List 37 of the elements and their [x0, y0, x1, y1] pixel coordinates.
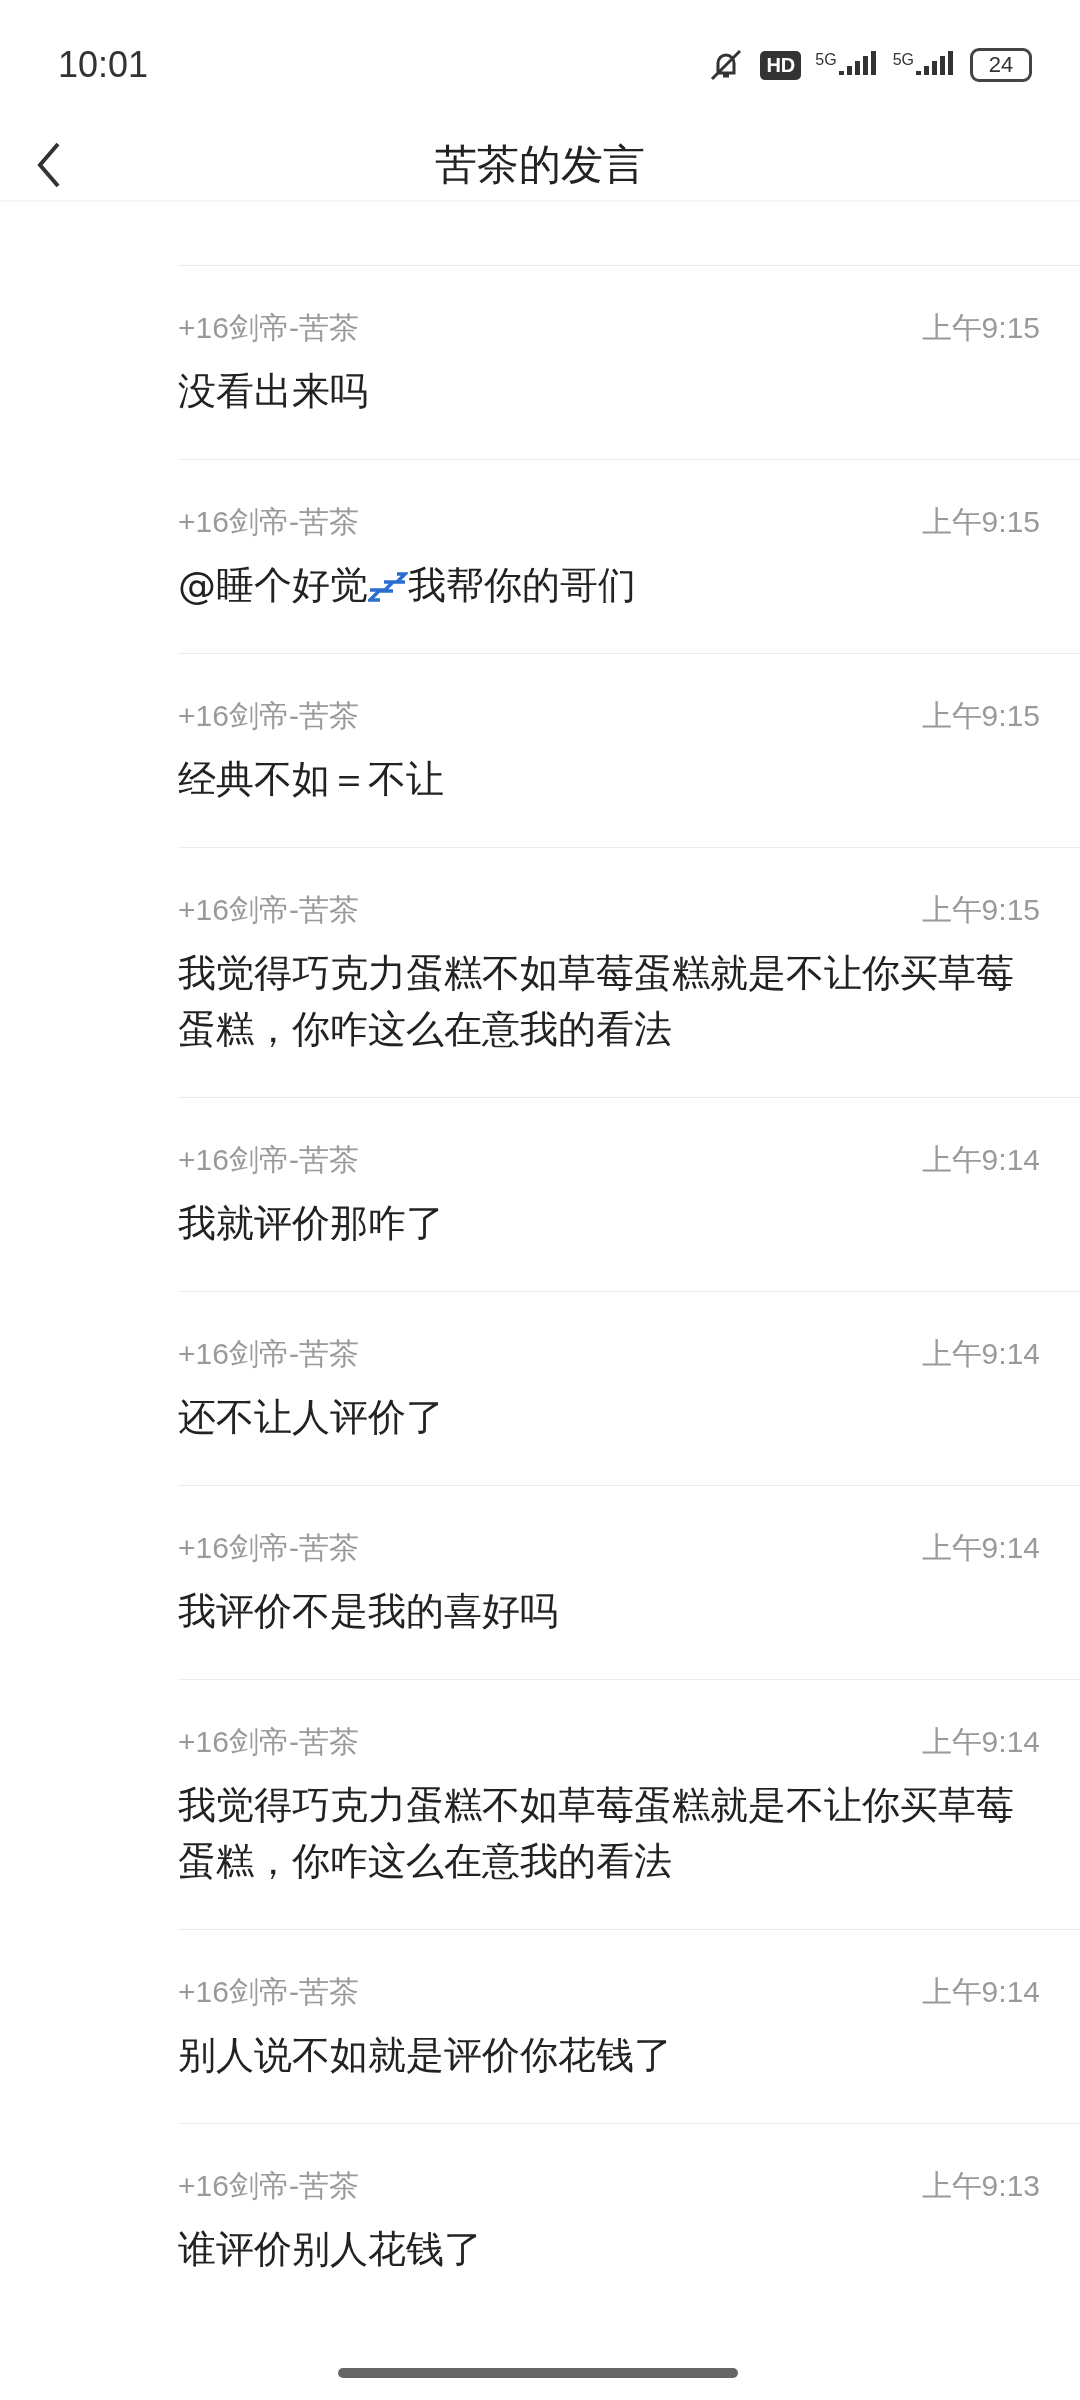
- message-text: 别人说不如就是评价你花钱了: [178, 2032, 672, 2079]
- sender-name: +16剑帝-苦茶: [178, 310, 359, 346]
- sender-name: +16剑帝-苦茶: [178, 1724, 359, 1760]
- sender-name: +16剑帝-苦茶: [178, 1530, 359, 1566]
- status-time: 10:01: [58, 44, 149, 86]
- sender-name: +16剑帝-苦茶: [178, 1336, 359, 1372]
- message-time: 上午9:15: [921, 698, 1040, 734]
- message-time: 上午9:13: [921, 2168, 1040, 2204]
- message-time: 上午9:14: [921, 1530, 1040, 1566]
- message-text: 我觉得巧克力蛋糕不如草莓蛋糕就是不让你买草莓蛋糕，你咋这么在意我的看法: [178, 1782, 1015, 1885]
- network-label: 5G: [892, 51, 914, 69]
- message-time: 上午9:15: [921, 892, 1040, 928]
- sender-name: +16剑帝-苦茶: [178, 1142, 359, 1178]
- message-text: 经典不如＝不让: [178, 756, 444, 803]
- sender-name: +16剑帝-苦茶: [178, 2168, 359, 2204]
- message-time: 上午9:14: [921, 1724, 1040, 1760]
- message-time: 上午9:15: [921, 310, 1040, 346]
- sender-name: +16剑帝-苦茶: [178, 1974, 359, 2010]
- sender-name: +16剑帝-苦茶: [178, 504, 359, 540]
- battery-level: 24: [970, 48, 1032, 82]
- page-title: 苦茶的发言: [435, 139, 645, 191]
- mention-text: @睡个好觉: [178, 562, 368, 609]
- network-label: 5G: [815, 51, 837, 69]
- message-text: 我评价不是我的喜好吗: [178, 1588, 558, 1635]
- message-text: 没看出来吗: [178, 368, 368, 415]
- message-time: 上午9:14: [921, 1336, 1040, 1372]
- message-text: 我帮你的哥们: [408, 562, 636, 609]
- message-time: 上午9:15: [921, 504, 1040, 540]
- message-time: 上午9:14: [921, 1142, 1040, 1178]
- hd-badge: HD: [760, 50, 802, 80]
- sender-name: +16剑帝-苦茶: [178, 892, 359, 928]
- message-text: 还不让人评价了: [178, 1394, 444, 1441]
- message-text: 我觉得巧克力蛋糕不如草莓蛋糕就是不让你买草莓蛋糕，你咋这么在意我的看法: [178, 950, 1015, 1053]
- sender-name: +16剑帝-苦茶: [178, 698, 359, 734]
- message-time: 上午9:14: [921, 1974, 1040, 2010]
- message-text: 我就评价那咋了: [178, 1200, 444, 1247]
- message-text: 谁评价别人花钱了: [178, 2226, 482, 2273]
